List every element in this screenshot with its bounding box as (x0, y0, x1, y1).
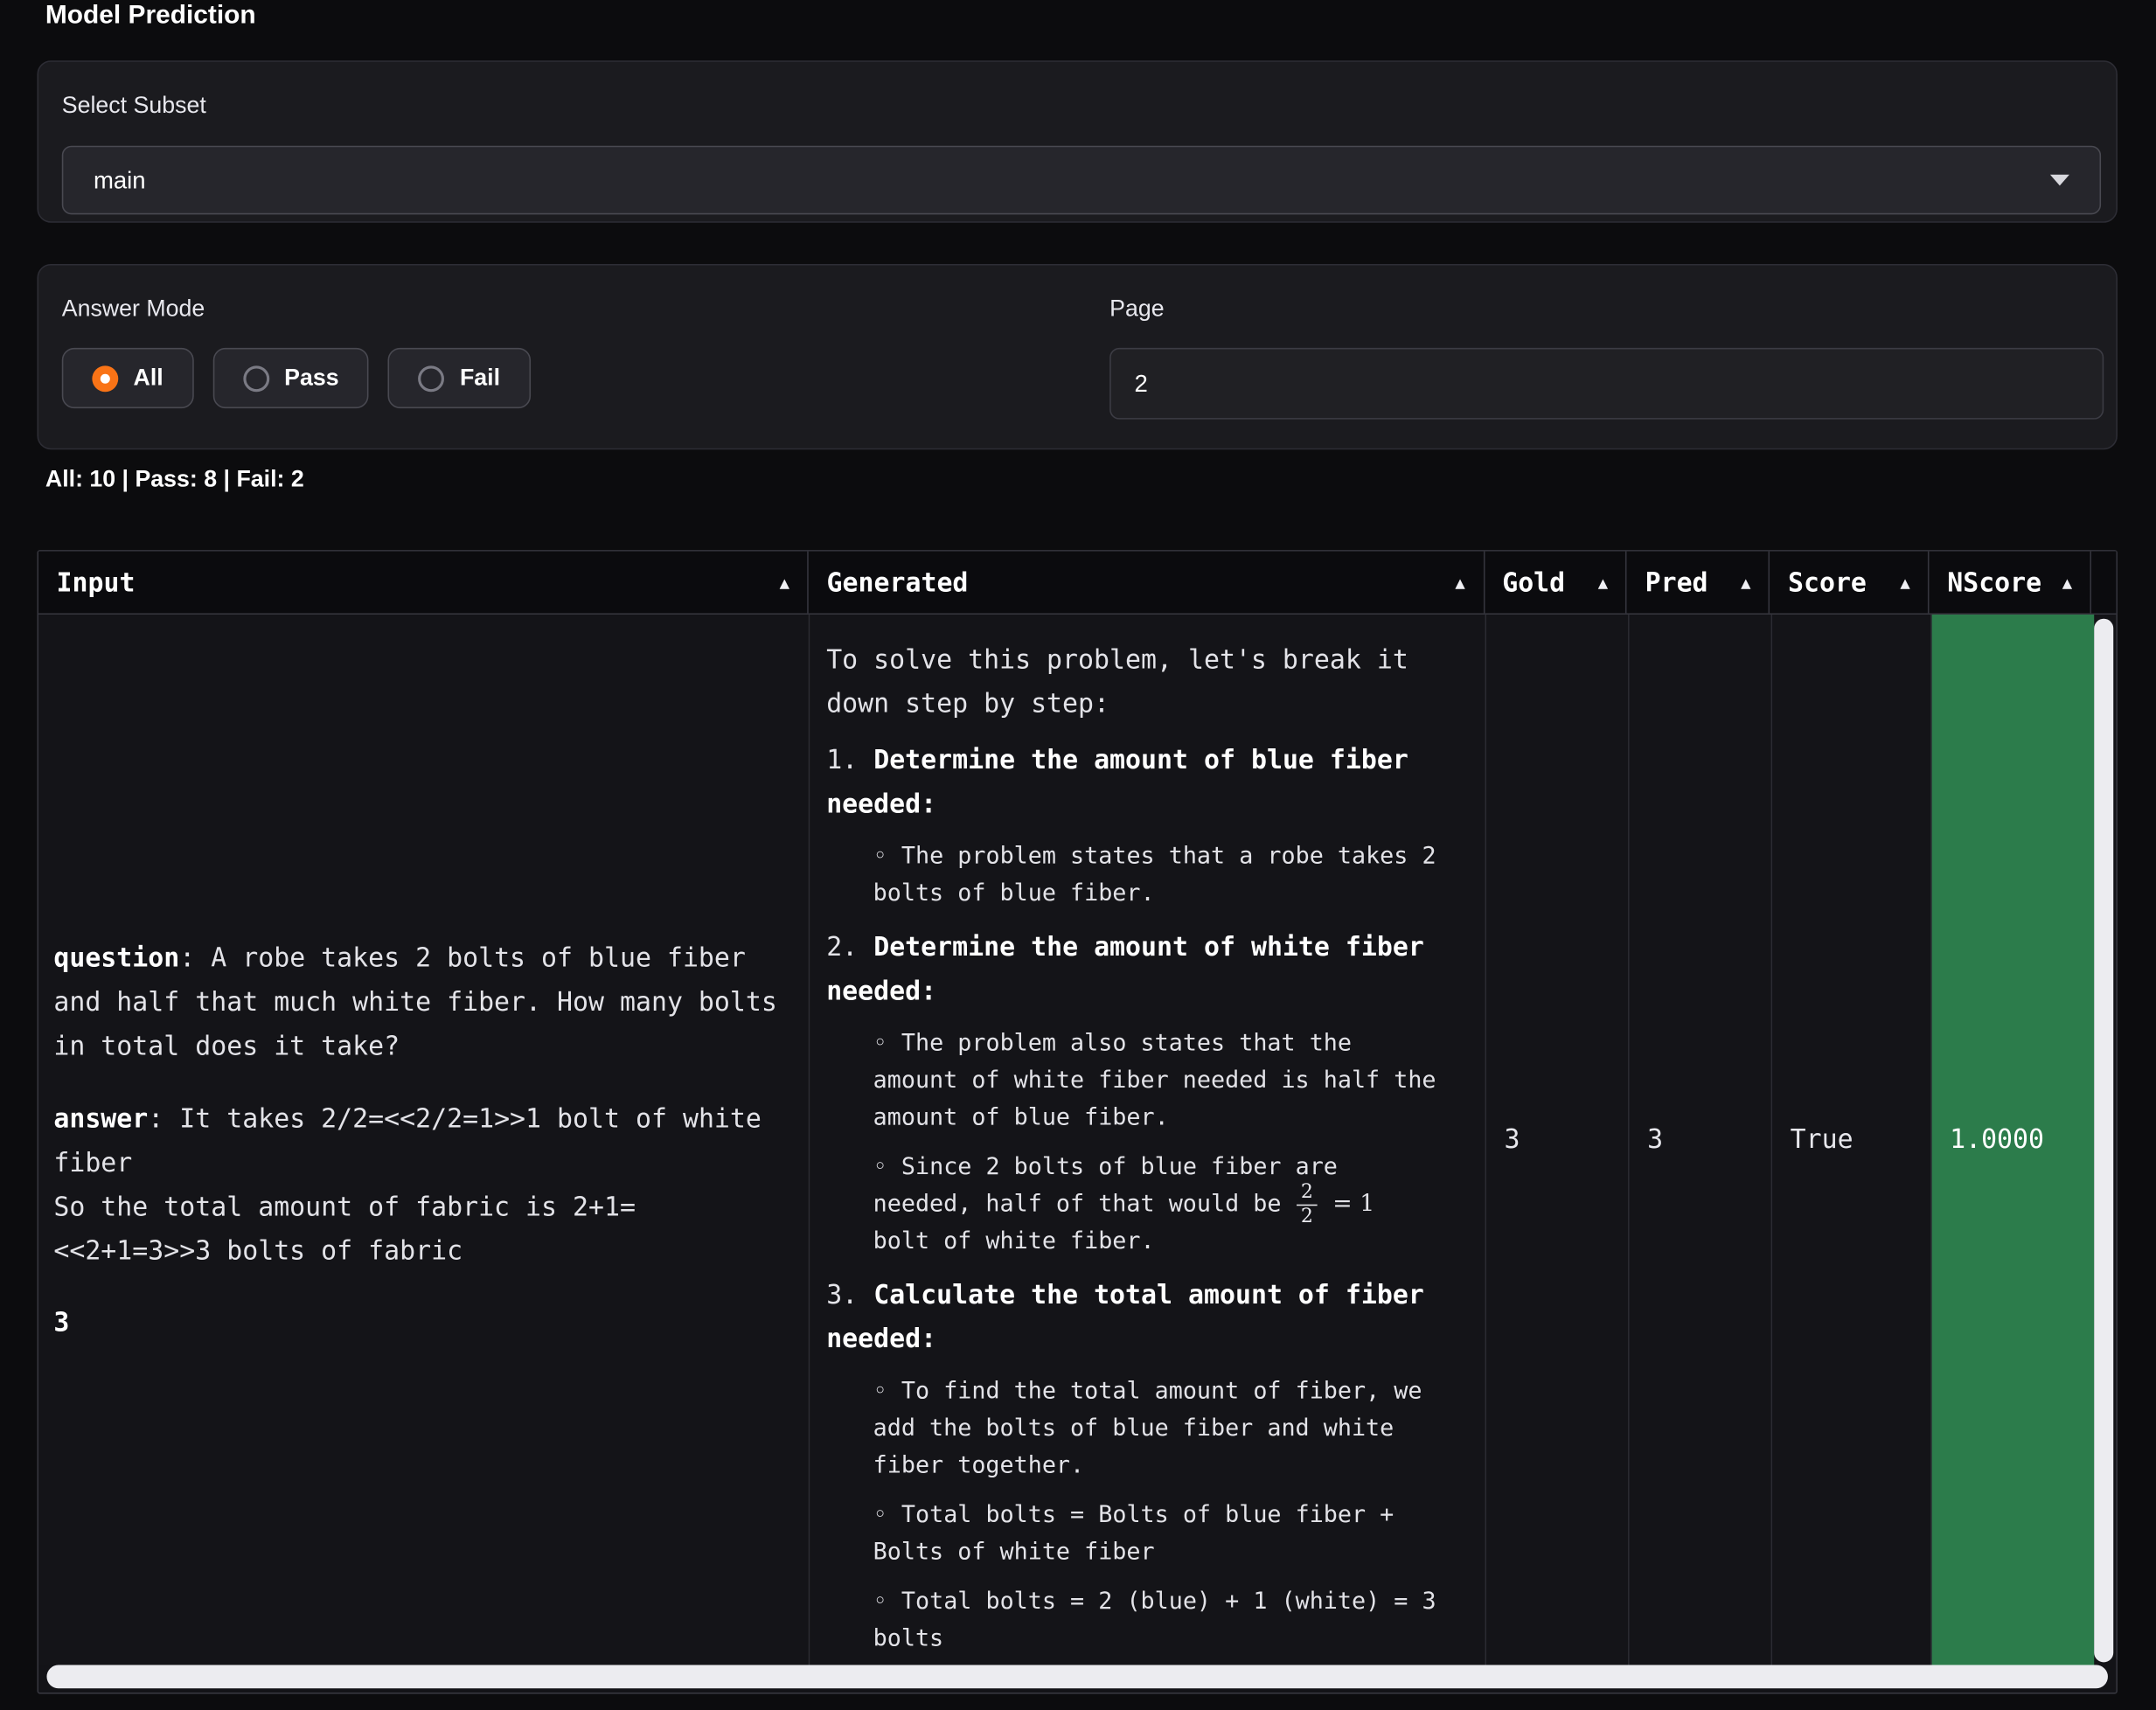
table-header-row: Input ▲ Generated ▲ Gold ▲ Pred ▲ Score … (38, 552, 2116, 615)
cell-pred: 3 (1630, 615, 1773, 1665)
subset-dropdown[interactable]: main (62, 146, 2101, 215)
subset-panel: Select Subset main (37, 60, 2117, 223)
generated-bullet: ◦ The problem states that a robe takes 2… (873, 838, 1443, 913)
radio-unselected-icon (419, 365, 445, 392)
header-gutter (2091, 552, 2116, 614)
sort-asc-icon[interactable]: ▲ (2062, 573, 2072, 592)
col-header-pred[interactable]: Pred ▲ (1627, 552, 1770, 614)
vertical-scrollbar[interactable] (2094, 619, 2113, 1663)
generated-bullet: ◦ Total bolts = 2 (blue) + 1 (white) = 3… (873, 1584, 1443, 1658)
radio-pass[interactable]: Pass (212, 348, 369, 408)
generated-intro: To solve this problem, let's break it do… (826, 638, 1443, 726)
question-label: question (53, 942, 179, 973)
radio-unselected-icon (243, 365, 269, 392)
bullet-icon: ◦ (873, 1153, 887, 1180)
math-fraction: 22 (1297, 1182, 1317, 1227)
sort-asc-icon[interactable]: ▲ (1900, 573, 1909, 592)
bullet-icon: ◦ (873, 1501, 887, 1528)
radio-all[interactable]: All (62, 348, 194, 408)
bullet-icon: ◦ (873, 1588, 887, 1615)
radio-selected-icon (92, 365, 118, 392)
results-table: Input ▲ Generated ▲ Gold ▲ Pred ▲ Score … (37, 550, 2117, 1693)
answer-mode-radio-group: All Pass Fail (62, 348, 531, 408)
generated-bullet: ◦ Total bolts = Bolts of blue fiber + Bo… (873, 1498, 1443, 1572)
page-title: Model Prediction (45, 2, 256, 32)
col-header-nscore-label: NScore (1947, 567, 2041, 598)
cell-score: True (1772, 615, 1931, 1665)
generated-step-3-heading: 3. Calculate the total amount of fiber n… (826, 1273, 1443, 1361)
horizontal-scrollbar[interactable] (46, 1665, 2107, 1689)
sort-asc-icon[interactable]: ▲ (1455, 573, 1464, 592)
sort-asc-icon[interactable]: ▲ (1741, 573, 1750, 592)
col-header-score-label: Score (1788, 567, 1867, 598)
col-header-generated-label: Generated (827, 567, 969, 598)
col-header-input[interactable]: Input ▲ (38, 552, 809, 614)
stats-summary: All: 10 | Pass: 8 | Fail: 2 (45, 466, 304, 493)
input-question: question: A robe takes 2 bolts of blue f… (53, 935, 781, 1067)
col-header-gold[interactable]: Gold ▲ (1485, 552, 1627, 614)
generated-bullet: ◦ The problem also states that the amoun… (873, 1025, 1443, 1137)
page-number-input[interactable] (1109, 348, 2104, 420)
generated-bullet: ◦ To find the total amount of fiber, we … (873, 1373, 1443, 1484)
controls-panel: Answer Mode All Pass Fail Page (37, 264, 2117, 449)
cell-nscore: 1.0000 (1932, 615, 2095, 1665)
chevron-down-icon (2050, 175, 2069, 186)
cell-gold: 3 (1486, 615, 1630, 1665)
radio-all-label: All (134, 365, 163, 392)
radio-fail-label: Fail (460, 365, 500, 392)
col-header-gold-label: Gold (1502, 567, 1565, 598)
subset-label: Select Subset (62, 92, 206, 119)
generated-bullet: ◦ Since 2 bolts of blue fiber are needed… (873, 1150, 1443, 1261)
table-row: question: A robe takes 2 bolts of blue f… (38, 615, 2116, 1665)
sort-asc-icon[interactable]: ▲ (780, 573, 789, 592)
answer-label: answer (53, 1103, 148, 1134)
bullet-icon: ◦ (873, 1030, 887, 1057)
bullet-icon: ◦ (873, 1378, 887, 1405)
radio-pass-label: Pass (284, 365, 338, 392)
input-answer: answer: It takes 2/2=<<2/2=1>>1 bolt of … (53, 1096, 781, 1272)
col-header-input-label: Input (56, 567, 135, 598)
sort-asc-icon[interactable]: ▲ (1598, 573, 1608, 592)
bullet-icon: ◦ (873, 843, 887, 870)
app-root: Model Prediction Select Subset main Answ… (0, 0, 2156, 1710)
page-field-label: Page (1109, 295, 1164, 323)
radio-fail[interactable]: Fail (388, 348, 530, 408)
generated-step-1-heading: 1. Determine the amount of blue fiber ne… (826, 739, 1443, 827)
input-final-answer: 3 (53, 1300, 781, 1344)
col-header-generated[interactable]: Generated ▲ (809, 552, 1485, 614)
col-header-score[interactable]: Score ▲ (1770, 552, 1930, 614)
cell-generated: To solve this problem, let's break it do… (810, 615, 1486, 1665)
generated-step-2-heading: 2. Determine the amount of white fiber n… (826, 925, 1443, 1013)
answer-mode-label: Answer Mode (62, 295, 205, 323)
subset-dropdown-value: main (94, 166, 146, 195)
col-header-nscore[interactable]: NScore ▲ (1930, 552, 2091, 614)
col-header-pred-label: Pred (1645, 567, 1708, 598)
cell-input: question: A robe takes 2 bolts of blue f… (38, 615, 810, 1665)
